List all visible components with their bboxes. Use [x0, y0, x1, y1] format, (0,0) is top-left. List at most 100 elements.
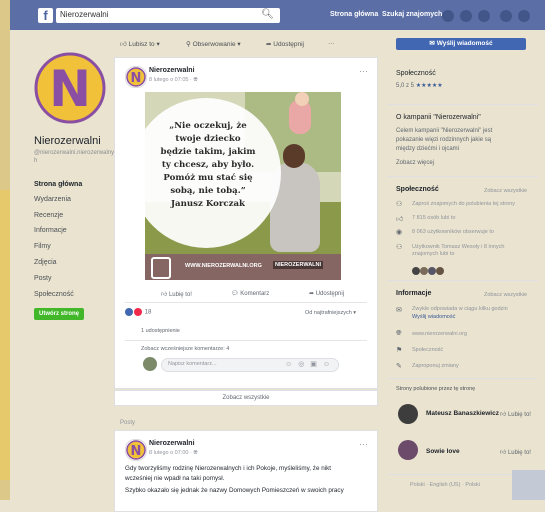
left-nav-info[interactable]: Informacje	[34, 227, 67, 234]
facebook-top-bar: f Nierozerwalni 🔍︎ Strona główna Szukaj …	[10, 0, 545, 30]
see-more-link[interactable]: Zobacz więcej	[396, 160, 434, 166]
post-author-avatar[interactable]: N	[125, 66, 147, 88]
quote-line: „Nie oczekuj, że	[169, 121, 247, 131]
thumbs-up-icon: 👍︎	[396, 216, 404, 223]
post-card: N Nierozerwalni 8 lutego o 07:05 · 🌐︎ ··…	[114, 57, 378, 389]
post2-text-line: Szybko okazało się jednak że nazwy Domow…	[125, 487, 344, 494]
like-page-label: Lubisz to	[128, 41, 155, 48]
edit-icon: ✎	[396, 363, 402, 370]
svg-text:N: N	[131, 71, 142, 86]
liked-page-like-label: Lubię to!	[507, 412, 531, 418]
suggest-edits-link[interactable]: Zaproponuj zmiany	[412, 363, 459, 369]
search-input[interactable]: Nierozerwalni 🔍︎	[56, 8, 280, 23]
create-page-button[interactable]: Utwórz stronę	[34, 308, 84, 320]
info-see-all-link[interactable]: Zobacz wszystkie	[484, 292, 527, 298]
community-see-all-link[interactable]: Zobacz wszystkie	[484, 188, 527, 194]
help-icon[interactable]	[500, 10, 512, 22]
about-text-line: pokazanie więzi rodzinnych jakie są	[396, 137, 492, 143]
post2-author-name[interactable]: Nierozerwalni	[149, 440, 195, 447]
quote-line: będzie takim, jakim	[160, 147, 256, 157]
left-nav-events[interactable]: Wydarzenia	[34, 196, 71, 203]
send-message-label: Wyślij wiadomość	[436, 40, 493, 47]
nav-find-friends-link[interactable]: Szukaj znajomych	[382, 11, 442, 18]
follow-page-button[interactable]: ⚲ Obserwowanie ▾	[186, 40, 241, 48]
post-comment-button[interactable]: 💬︎ Komentarz	[231, 290, 269, 297]
rating-text: 5,0 z 5	[396, 83, 416, 89]
screen: f Nierozerwalni 🔍︎ Strona główna Szukaj …	[0, 0, 545, 512]
search-value: Nierozerwalni	[60, 10, 109, 19]
shares-count[interactable]: 1 udostępnienie	[141, 328, 180, 334]
post-comment-label: Komentarz	[240, 291, 270, 297]
messages-icon[interactable]	[460, 10, 472, 22]
send-message-button[interactable]: ✉ Wyślij wiadomość	[396, 38, 526, 50]
see-all-link[interactable]: Zobacz wszystkie	[114, 390, 378, 406]
liked-page-name[interactable]: Sowie love	[426, 448, 460, 455]
followers-count: 8 063 użytkowników obserwuje to	[412, 229, 494, 235]
post2-options-icon[interactable]: ···	[359, 439, 368, 449]
comment-order-text: Od najtrafniejszych	[305, 310, 352, 316]
liked-page-name[interactable]: Mateusz Banaszkiewicz	[426, 410, 499, 417]
quote-line: sobą, nie tobą.”	[170, 186, 246, 196]
reactions-summary[interactable]: 18	[125, 308, 151, 316]
about-text-line: Celem kampanii "Nierozerwalni" jest	[396, 128, 493, 134]
tag-icon: ⚑	[396, 347, 403, 354]
friends-avatars[interactable]	[412, 262, 452, 275]
view-previous-comments-link[interactable]: Zobacz wcześniejsze komentarze: 4	[141, 346, 229, 352]
website-link[interactable]: www.nierozerwalni.org	[412, 331, 467, 337]
follow-page-label: Obserwowanie	[192, 41, 236, 48]
friends-like-text[interactable]: Użytkownik Tomasz Wesoły i 8 innych znaj…	[412, 244, 532, 258]
about-text-line: między dziećmi i ojcami	[396, 146, 460, 152]
more-options-button[interactable]: ···	[328, 40, 335, 47]
rating-summary[interactable]: 5,0 z 5 ★★★★★	[396, 82, 443, 89]
invite-friends-link[interactable]: Zaproś znajomych do polubienia tej stron…	[412, 201, 515, 207]
post2-text-line: wcześniej nie wpadł na taki pomysł.	[125, 475, 225, 482]
liked-page-avatar[interactable]	[398, 404, 418, 424]
comment-attach-icons[interactable]: ☺ ◎ ▣ ☺	[285, 360, 332, 368]
quote-line: Pomóż mu stać się	[163, 173, 253, 183]
response-time-text: Zwykle odpowiada w ciągu kilku godzin	[412, 306, 508, 312]
mini-logo-icon	[151, 257, 171, 279]
quote-line: ty chcesz, aby było.	[161, 160, 255, 170]
like-page-button[interactable]: 👍︎ Lubisz to ▾	[120, 40, 160, 48]
post-timestamp[interactable]: 8 lutego o 07:05 · 🌐︎	[149, 77, 198, 84]
image-quote: „Nie oczekuj, że twoje dziecko będzie ta…	[149, 120, 267, 211]
post-share-button[interactable]: ➦ Udostępnij	[309, 290, 344, 297]
page-logo[interactable]: N	[34, 52, 106, 124]
notifications-icon[interactable]	[478, 10, 490, 22]
left-nav-photos[interactable]: Zdjęcia	[34, 259, 57, 266]
page-handle[interactable]: @nierozerwalni.nierozerwalnyc h	[34, 149, 117, 165]
post-like-button[interactable]: 👍︎ Lubię to!	[161, 290, 192, 298]
share-page-button[interactable]: ➦ Udostępnij	[266, 40, 304, 48]
post2-author-avatar[interactable]: N	[125, 439, 147, 461]
category-link[interactable]: Społeczność	[412, 347, 443, 353]
friend-requests-icon[interactable]	[442, 10, 454, 22]
liked-page-avatar[interactable]	[398, 440, 418, 460]
left-nav-reviews[interactable]: Recenzje	[34, 212, 63, 219]
post-image[interactable]: „Nie oczekuj, że twoje dziecko będzie ta…	[145, 92, 341, 280]
left-nav-videos[interactable]: Filmy	[34, 243, 51, 250]
facebook-logo-icon[interactable]: f	[38, 8, 53, 23]
invite-icon: ⚇	[396, 201, 403, 208]
liked-page-like-label: Lubię to!	[507, 450, 531, 456]
post-options-icon[interactable]: ···	[359, 66, 368, 76]
language-footer[interactable]: Polski · English (US) · Polski	[410, 482, 480, 488]
left-nav-community[interactable]: Społeczność	[34, 291, 74, 298]
post-timestamp-text: 8 lutego o 07:05 ·	[149, 77, 194, 83]
page-title[interactable]: Nierozerwalni	[34, 135, 101, 147]
left-nav-home[interactable]: Strona główna	[34, 181, 82, 188]
info-send-message-link[interactable]: Wyślij wiadomość	[412, 314, 455, 320]
community-header: Społeczność	[396, 186, 439, 193]
nav-home-link[interactable]: Strona główna	[330, 11, 378, 18]
left-nav-posts[interactable]: Posty	[34, 275, 52, 282]
comment-input[interactable]: Napisz komentarz... ☺ ◎ ▣ ☺	[161, 358, 339, 372]
post2-timestamp-text: 8 lutego o 07:00 ·	[149, 450, 194, 456]
comment-placeholder: Napisz komentarz...	[168, 361, 217, 367]
post-author-name[interactable]: Nierozerwalni	[149, 67, 195, 74]
liked-page-like-button[interactable]: 👍︎ Lubię to!	[500, 448, 531, 456]
liked-page-like-button[interactable]: 👍︎ Lubię to!	[500, 410, 531, 418]
comment-order-select[interactable]: Od najtrafniejszych ▾	[305, 310, 356, 316]
post2-timestamp[interactable]: 8 lutego o 07:00 · 🌐︎	[149, 450, 198, 457]
account-menu-icon[interactable]	[518, 10, 530, 22]
likes-count: 7 815 osób lubi to	[412, 215, 456, 221]
search-icon[interactable]: 🔍︎	[261, 9, 274, 20]
